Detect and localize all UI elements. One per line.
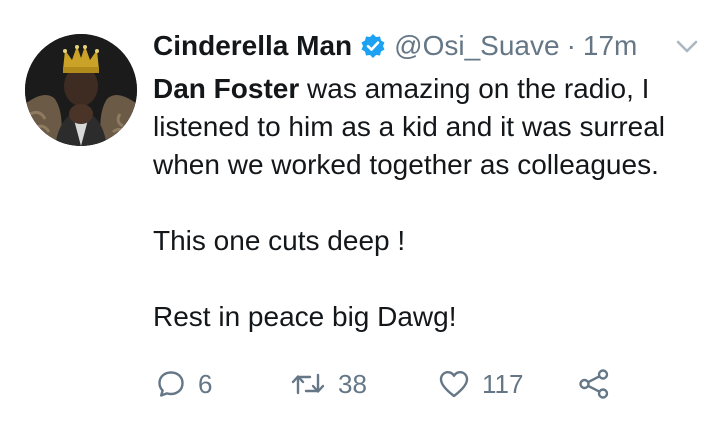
chevron-down-icon[interactable] [675, 38, 699, 56]
retweet-count: 38 [338, 368, 367, 399]
share-button[interactable] [578, 364, 610, 404]
like-count: 117 [482, 368, 524, 399]
tweet-text: Dan Foster was amazing on the radio, I l… [153, 70, 713, 336]
heart-icon [438, 369, 470, 399]
avatar[interactable] [25, 34, 137, 146]
header-separator: · [566, 30, 576, 61]
avatar-image [25, 34, 137, 146]
tweet-header: Cinderella Man @Osi_Suave · 17m [153, 26, 637, 66]
retweet-button[interactable]: 38 [290, 364, 367, 404]
tweet-actions: 6 38 117 [156, 364, 616, 404]
share-icon [578, 368, 610, 400]
author-display-name[interactable]: Cinderella Man [153, 30, 352, 62]
tweet-paragraph-2: This one cuts deep ! [153, 225, 406, 256]
author-handle[interactable]: @Osi_Suave [394, 30, 559, 62]
tweet-paragraph-1: Dan Foster was amazing on the radio, I l… [153, 70, 713, 184]
reply-count: 6 [198, 368, 213, 399]
like-button[interactable]: 117 [438, 364, 523, 404]
mentioned-name[interactable]: Dan Foster [153, 73, 299, 104]
reply-icon [156, 369, 186, 399]
retweet-icon [290, 369, 326, 399]
tweet-paragraph-3: Rest in peace big Dawg! [153, 301, 457, 332]
reply-button[interactable]: 6 [156, 364, 212, 404]
verified-badge-icon [360, 33, 386, 59]
tweet-timestamp[interactable]: 17m [583, 30, 637, 62]
tweet-card[interactable]: Cinderella Man @Osi_Suave · 17m Dan Fost… [0, 0, 720, 424]
